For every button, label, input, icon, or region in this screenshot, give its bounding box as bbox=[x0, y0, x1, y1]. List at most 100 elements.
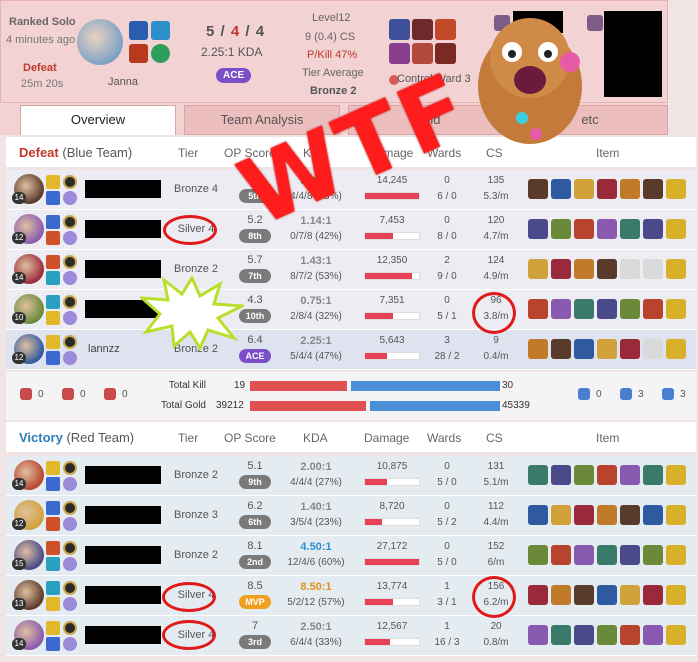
item-icon[interactable] bbox=[643, 585, 663, 605]
item-icon[interactable] bbox=[551, 585, 571, 605]
item-icon[interactable] bbox=[597, 219, 617, 239]
item-icon[interactable] bbox=[643, 465, 663, 485]
keystone-rune-icon[interactable] bbox=[63, 621, 77, 635]
item-icon[interactable] bbox=[389, 43, 410, 64]
item-icon[interactable] bbox=[412, 19, 433, 40]
item-icon[interactable] bbox=[620, 465, 640, 485]
item-icon[interactable] bbox=[551, 299, 571, 319]
item-icon[interactable] bbox=[435, 19, 456, 40]
flash-spell-icon[interactable] bbox=[129, 21, 148, 40]
item-icon[interactable] bbox=[551, 179, 571, 199]
secondary-rune-icon[interactable] bbox=[63, 351, 77, 365]
item-icon[interactable] bbox=[620, 299, 640, 319]
item-icon[interactable] bbox=[620, 545, 640, 565]
secondary-rune-icon[interactable] bbox=[63, 517, 77, 531]
item-icon[interactable] bbox=[528, 339, 548, 359]
keystone-rune-icon[interactable] bbox=[63, 295, 77, 309]
item-icon[interactable] bbox=[643, 625, 663, 645]
player-row[interactable]: 12 Silver 4 5.2 8th 1.14:1 0/7/8 (42%) 7,453 0 8… bbox=[6, 210, 696, 250]
summoner-spell-icon[interactable] bbox=[46, 477, 60, 491]
keystone-rune-icon[interactable] bbox=[63, 215, 77, 229]
secondary-rune-icon[interactable] bbox=[63, 597, 77, 611]
player-row[interactable]: 12 lannzz Bronze 2 6.4 ACE 2.25:1 5/4/4 (47%) 5… bbox=[6, 330, 696, 370]
item-icon[interactable] bbox=[620, 505, 640, 525]
summoner-name[interactable]: lannzz bbox=[88, 343, 120, 355]
item-icon[interactable] bbox=[643, 299, 663, 319]
item-icon[interactable] bbox=[574, 465, 594, 485]
summoner-spell-icon[interactable] bbox=[46, 295, 60, 309]
item-icon[interactable] bbox=[597, 299, 617, 319]
secondary-rune-icon[interactable] bbox=[63, 191, 77, 205]
item-icon[interactable] bbox=[597, 545, 617, 565]
item-icon[interactable] bbox=[643, 219, 663, 239]
item-icon[interactable] bbox=[551, 465, 571, 485]
item-icon[interactable] bbox=[528, 545, 548, 565]
item-icon[interactable] bbox=[643, 545, 663, 565]
item-icon[interactable] bbox=[574, 299, 594, 319]
item-icon[interactable] bbox=[620, 585, 640, 605]
trinket-icon[interactable] bbox=[666, 505, 686, 525]
item-icon[interactable] bbox=[551, 545, 571, 565]
item-icon[interactable] bbox=[574, 545, 594, 565]
keystone-rune-icon[interactable] bbox=[63, 581, 77, 595]
trinket-icon[interactable] bbox=[666, 545, 686, 565]
trinket-icon[interactable] bbox=[666, 179, 686, 199]
summoner-spell-icon[interactable] bbox=[46, 541, 60, 555]
item-icon[interactable] bbox=[551, 219, 571, 239]
item-icon[interactable] bbox=[574, 339, 594, 359]
tab-overview[interactable]: Overview bbox=[20, 105, 176, 135]
item-icon[interactable] bbox=[597, 259, 617, 279]
summoner-spell-icon[interactable] bbox=[46, 637, 60, 651]
trinket-icon[interactable] bbox=[666, 465, 686, 485]
summoner-spell-icon[interactable] bbox=[46, 271, 60, 285]
secondary-rune-icon[interactable] bbox=[63, 311, 77, 325]
keystone-rune-icon[interactable] bbox=[63, 175, 77, 189]
item-icon[interactable] bbox=[597, 625, 617, 645]
item-icon[interactable] bbox=[620, 625, 640, 645]
summoner-spell-icon[interactable] bbox=[46, 597, 60, 611]
rune-icon[interactable] bbox=[151, 44, 170, 63]
item-icon[interactable] bbox=[597, 505, 617, 525]
trinket-icon[interactable] bbox=[666, 219, 686, 239]
item-icon[interactable] bbox=[574, 219, 594, 239]
item-icon[interactable] bbox=[574, 505, 594, 525]
item-icon[interactable] bbox=[528, 179, 548, 199]
item-icon[interactable] bbox=[574, 585, 594, 605]
player-row[interactable]: 14 Bronze 2 5.1 9th 2.00:1 4/4/4 (27%) 10,875 0… bbox=[6, 456, 696, 496]
item-icon[interactable] bbox=[597, 585, 617, 605]
item-icon[interactable] bbox=[551, 505, 571, 525]
trinket-icon[interactable] bbox=[666, 259, 686, 279]
exhaust-spell-icon[interactable] bbox=[151, 21, 170, 40]
item-icon[interactable] bbox=[620, 339, 640, 359]
keystone-rune-icon[interactable] bbox=[63, 335, 77, 349]
summoner-spell-icon[interactable] bbox=[46, 501, 60, 515]
summoner-spell-icon[interactable] bbox=[46, 191, 60, 205]
item-icon[interactable] bbox=[574, 179, 594, 199]
player-row[interactable]: 13 Silver 4 8.5 MVP 8.50:1 5/2/12 (57%) 13,774… bbox=[6, 576, 696, 616]
player-row[interactable]: 14 Bronze 2 5.7 7th 1.43:1 8/7/2 (53%) 12,350 2… bbox=[6, 250, 696, 290]
player-row[interactable]: 15 Bronze 2 8.1 2nd 4.50:1 12/4/6 (60%) 27,172… bbox=[6, 536, 696, 576]
keystone-rune-icon[interactable] bbox=[63, 255, 77, 269]
item-icon[interactable] bbox=[574, 259, 594, 279]
summoner-spell-icon[interactable] bbox=[46, 175, 60, 189]
summoner-spell-icon[interactable] bbox=[46, 311, 60, 325]
summoner-spell-icon[interactable] bbox=[46, 255, 60, 269]
item-icon[interactable] bbox=[597, 465, 617, 485]
player-row[interactable]: 14 Silver 4 7 3rd 2.50:1 6/4/4 (33%) 12,567 1 16… bbox=[6, 616, 696, 656]
summoner-spell-icon[interactable] bbox=[46, 621, 60, 635]
item-icon[interactable] bbox=[528, 299, 548, 319]
item-icon[interactable] bbox=[597, 339, 617, 359]
secondary-rune-icon[interactable] bbox=[63, 271, 77, 285]
secondary-rune-icon[interactable] bbox=[63, 231, 77, 245]
summoner-spell-icon[interactable] bbox=[46, 517, 60, 531]
champion-portrait[interactable] bbox=[77, 19, 123, 65]
summoner-spell-icon[interactable] bbox=[46, 461, 60, 475]
item-icon[interactable] bbox=[551, 259, 571, 279]
trinket-icon[interactable] bbox=[666, 585, 686, 605]
item-icon[interactable] bbox=[643, 179, 663, 199]
item-icon[interactable] bbox=[528, 625, 548, 645]
item-icon[interactable] bbox=[528, 219, 548, 239]
item-icon[interactable] bbox=[620, 219, 640, 239]
trinket-icon[interactable] bbox=[666, 299, 686, 319]
player-row[interactable]: 10Iron 34.310th0.75:12/8/4 (32%)7,35105 … bbox=[6, 290, 696, 330]
